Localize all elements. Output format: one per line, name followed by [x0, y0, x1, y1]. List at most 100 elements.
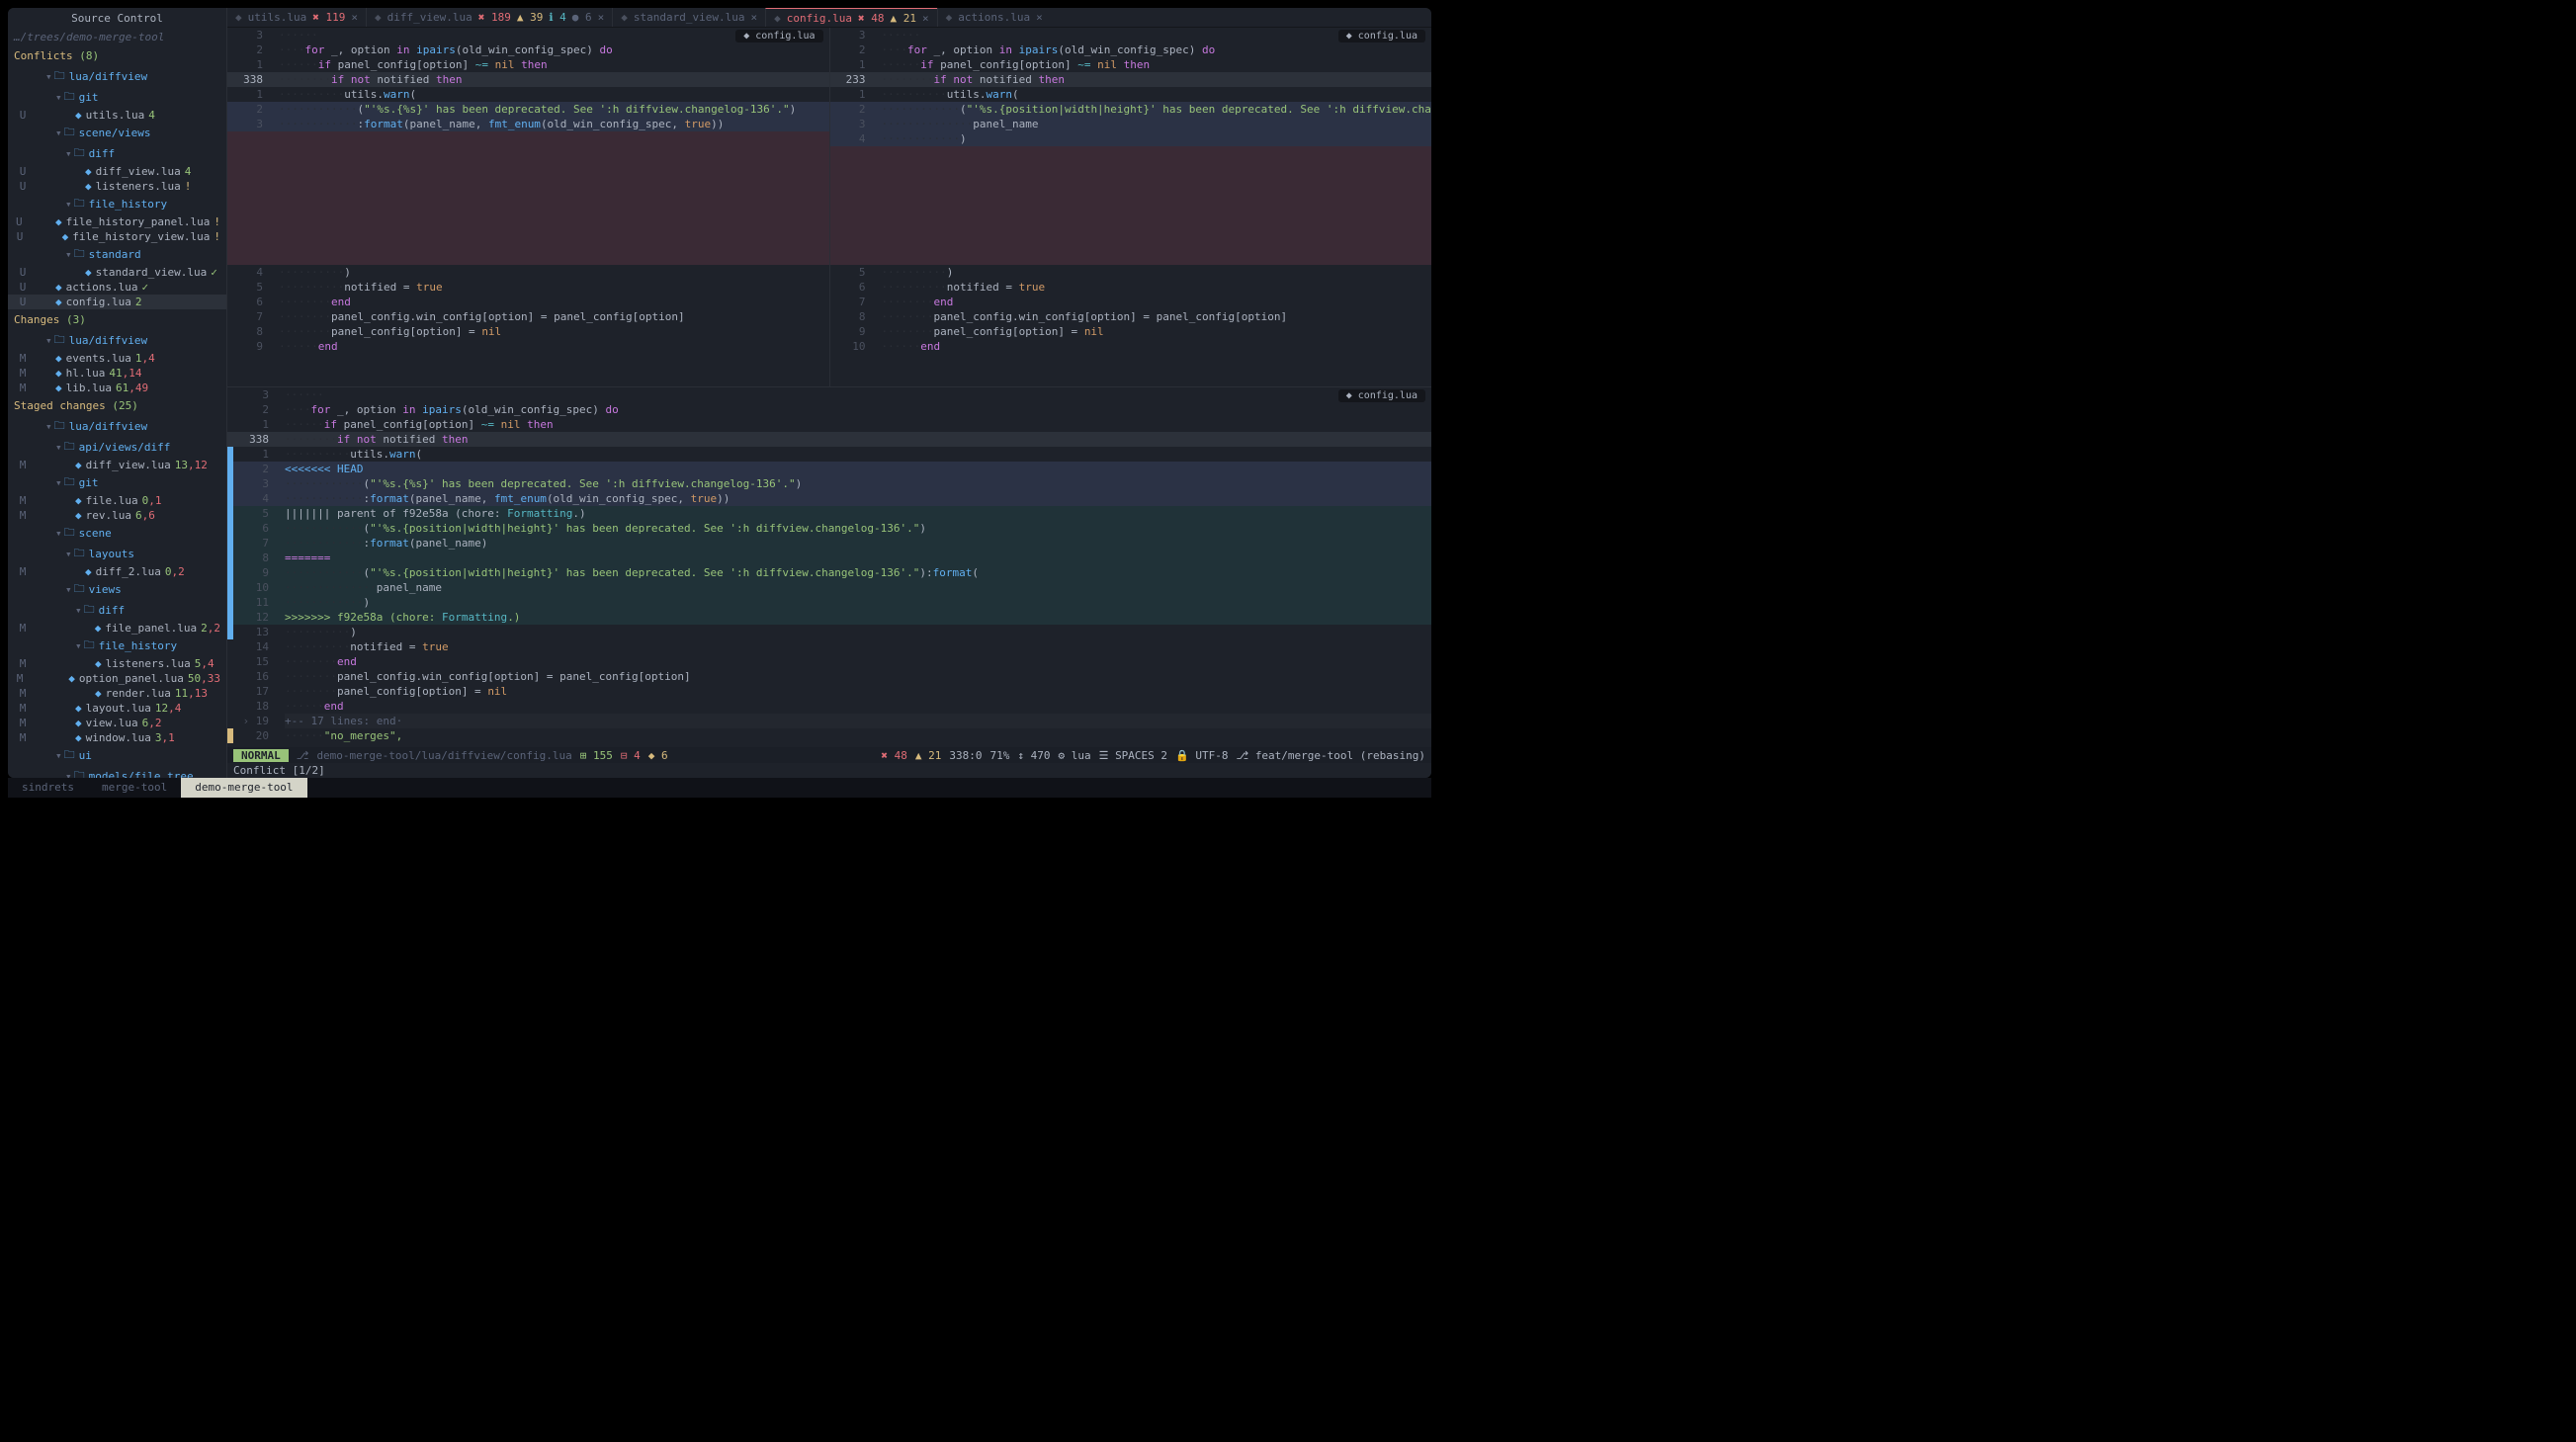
- tree-folder[interactable]: ▾🗀standard: [8, 244, 226, 265]
- section-conflicts-header[interactable]: Conflicts (8): [8, 45, 226, 66]
- tree-file[interactable]: U◆utils.lua4: [8, 108, 226, 123]
- status-position: 338:0: [949, 749, 982, 762]
- tree-folder[interactable]: ▾🗀scene/views: [8, 123, 226, 143]
- status-line: NORMAL ⎇ demo-merge-tool/lua/diffview/co…: [227, 747, 1431, 763]
- tree-folder[interactable]: ▾🗀diff: [8, 600, 226, 621]
- tree-file[interactable]: M◆window.lua3, 1: [8, 730, 226, 745]
- winbar-filename: ◆ config.lua: [1338, 30, 1425, 42]
- lua-file-icon: ◆: [75, 109, 82, 122]
- tree-file[interactable]: M◆file.lua0, 1: [8, 493, 226, 508]
- tree-folder[interactable]: ▾🗀ui: [8, 745, 226, 766]
- tree-file[interactable]: M◆events.lua1, 4: [8, 351, 226, 366]
- tree-file[interactable]: M◆view.lua6, 2: [8, 716, 226, 730]
- folder-icon: 🗀: [64, 88, 75, 107]
- folder-icon: 🗀: [74, 144, 85, 163]
- pane-ours[interactable]: ◆ config.lua 3······ 2····for _, option …: [227, 28, 829, 386]
- section-count: (3): [66, 313, 86, 326]
- code-view[interactable]: 3······ 2····for _, option in ipairs(old…: [227, 28, 829, 354]
- section-changes-header[interactable]: Changes (3): [8, 309, 226, 330]
- folder-icon: 🗀: [84, 636, 95, 655]
- folder-icon: 🗀: [74, 195, 85, 213]
- tree-file[interactable]: U◆actions.lua✓: [8, 280, 226, 295]
- tree-folder[interactable]: ▾🗀file_history: [8, 194, 226, 214]
- tree-file[interactable]: U◆listeners.lua!: [8, 179, 226, 194]
- tree-file[interactable]: M◆lib.lua61, 49: [8, 381, 226, 395]
- close-icon[interactable]: ×: [922, 12, 929, 25]
- tree-folder[interactable]: ▾🗀lua/diffview: [8, 66, 226, 87]
- tmux-window[interactable]: merge-tool: [88, 778, 181, 798]
- sidebar[interactable]: Source Control …/trees/demo-merge-tool C…: [8, 8, 227, 778]
- tree-file[interactable]: M◆option_panel.lua50, 33: [8, 671, 226, 686]
- tree-file[interactable]: M◆diff_2.lua0, 2: [8, 564, 226, 579]
- close-icon[interactable]: ×: [351, 11, 358, 24]
- folder-icon: 🗀: [74, 767, 85, 778]
- tree-folder[interactable]: ▾🗀git: [8, 87, 226, 108]
- lua-file-icon: ◆: [75, 494, 82, 507]
- tmux-status[interactable]: sindrets merge-tool demo-merge-tool: [8, 778, 1431, 798]
- status-filetype: ⚙ lua: [1058, 749, 1090, 762]
- folder-icon: 🗀: [54, 417, 65, 436]
- status-path: demo-merge-tool/lua/diffview/config.lua: [316, 749, 571, 762]
- tree-file[interactable]: M◆file_panel.lua2, 2: [8, 621, 226, 636]
- close-icon[interactable]: ×: [750, 11, 757, 24]
- status-branch: ⎇ feat/merge-tool (rebasing): [1237, 749, 1426, 762]
- lua-file-icon: ◆: [75, 717, 82, 729]
- tree-folder[interactable]: ▾🗀layouts: [8, 544, 226, 564]
- tree-file[interactable]: M◆rev.lua6, 6: [8, 508, 226, 523]
- section-staged-header[interactable]: Staged changes (25): [8, 395, 226, 416]
- tmux-window-active[interactable]: demo-merge-tool: [181, 778, 306, 798]
- lua-file-icon: ◆: [774, 12, 781, 25]
- status-dels: ⊟ 4: [621, 749, 641, 762]
- folder-icon: 🗀: [84, 601, 95, 620]
- tree-file[interactable]: M◆listeners.lua5, 4: [8, 656, 226, 671]
- tree-file[interactable]: U◆standard_view.lua✓: [8, 265, 226, 280]
- code-view[interactable]: 3······ 2····for _, option in ipairs(old…: [830, 28, 1432, 354]
- status-adds: ⊞ 155: [580, 749, 613, 762]
- tree-folder[interactable]: ▾🗀diff: [8, 143, 226, 164]
- tree-file[interactable]: M◆hl.lua41, 14: [8, 366, 226, 381]
- tree-folder[interactable]: ▾🗀git: [8, 472, 226, 493]
- winbar-filename: ◆ config.lua: [735, 30, 822, 42]
- lua-file-icon: ◆: [55, 367, 62, 380]
- tmux-window[interactable]: sindrets: [8, 778, 88, 798]
- tab-diffview[interactable]: ◆diff_view.lua✖ 189▲ 39ℹ 4● 6×: [366, 8, 612, 27]
- tree-folder[interactable]: ▾🗀lua/diffview: [8, 330, 226, 351]
- lua-file-icon: ◆: [95, 657, 102, 670]
- tab-actions[interactable]: ◆actions.lua×: [937, 8, 1051, 27]
- tree-folder[interactable]: ▾🗀views: [8, 579, 226, 600]
- lua-file-icon: ◆: [68, 672, 75, 685]
- code-view[interactable]: 3······ 2····for _, option in ipairs(old…: [227, 387, 1431, 743]
- close-icon[interactable]: ×: [1036, 11, 1043, 24]
- lua-file-icon: ◆: [55, 352, 62, 365]
- lua-file-icon: ◆: [75, 459, 82, 471]
- folder-icon: 🗀: [74, 245, 85, 264]
- tree-folder[interactable]: ▾🗀file_history: [8, 636, 226, 656]
- main-area: Source Control …/trees/demo-merge-tool C…: [8, 8, 1431, 778]
- pane-theirs[interactable]: ◆ config.lua 3······ 2····for _, option …: [829, 28, 1432, 386]
- pane-merged[interactable]: ◆ config.lua 3······ 2····for _, option …: [227, 387, 1431, 747]
- tree-file[interactable]: M◆layout.lua12, 4: [8, 701, 226, 716]
- tree-folder[interactable]: ▾🗀lua/diffview: [8, 416, 226, 437]
- tree-folder[interactable]: ▾🗀models/file_tree: [8, 766, 226, 778]
- lua-file-icon: ◆: [62, 230, 69, 243]
- close-icon[interactable]: ×: [598, 11, 605, 24]
- tab-config-active[interactable]: ◆config.lua✖ 48▲ 21×: [765, 8, 936, 27]
- mode-indicator: NORMAL: [233, 749, 289, 762]
- status-percent: 71%: [989, 749, 1009, 762]
- tab-bar[interactable]: ◆utils.lua✖ 119× ◆diff_view.lua✖ 189▲ 39…: [227, 8, 1431, 28]
- tab-utils[interactable]: ◆utils.lua✖ 119×: [227, 8, 366, 27]
- lua-file-icon: ◆: [75, 509, 82, 522]
- tree-file-selected[interactable]: U◆config.lua2: [8, 295, 226, 309]
- lua-file-icon: ◆: [85, 165, 92, 178]
- lua-file-icon: ◆: [55, 296, 62, 308]
- tab-standardview[interactable]: ◆standard_view.lua×: [612, 8, 765, 27]
- tree-file[interactable]: U◆diff_view.lua4: [8, 164, 226, 179]
- lua-file-icon: ◆: [75, 702, 82, 715]
- tree-file[interactable]: M◆render.lua11, 13: [8, 686, 226, 701]
- tree-folder[interactable]: ▾🗀api/views/diff: [8, 437, 226, 458]
- folder-icon: 🗀: [64, 124, 75, 142]
- tree-file[interactable]: M◆diff_view.lua13, 12: [8, 458, 226, 472]
- tree-file[interactable]: U◆file_history_view.lua!: [8, 229, 226, 244]
- tree-folder[interactable]: ▾🗀scene: [8, 523, 226, 544]
- tree-file[interactable]: U◆file_history_panel.lua!: [8, 214, 226, 229]
